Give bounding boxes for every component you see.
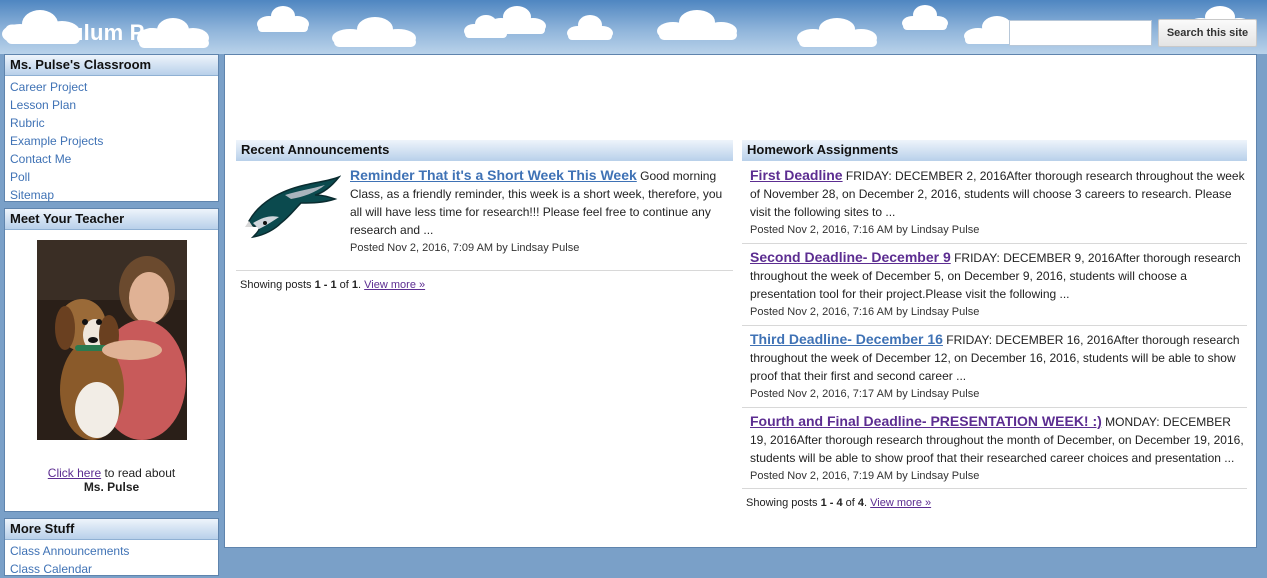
homework-divider <box>742 325 1247 326</box>
nav-item-rubric: Rubric <box>10 114 218 132</box>
announcements-title: Recent Announcements <box>236 140 733 161</box>
homework-post: Fourth and Final Deadline- PRESENTATION … <box>750 412 1245 485</box>
cloud-decoration <box>567 15 613 40</box>
site-header: Curriculum Page Search this site <box>0 0 1267 54</box>
nav-item-example-projects: Example Projects <box>10 132 218 150</box>
more-stuff-list: Class Announcements Class Calendar <box>5 540 218 578</box>
showing-range: 1 - 4 <box>820 497 843 509</box>
nav-item-class-announcements: Class Announcements <box>10 542 218 560</box>
showing-prefix: Showing posts <box>240 279 315 291</box>
homework-post-title[interactable]: First Deadline <box>750 167 843 183</box>
cloud-decoration <box>488 6 546 34</box>
cloud-decoration <box>332 17 416 47</box>
homework-post-title[interactable]: Fourth and Final Deadline- PRESENTATION … <box>750 413 1102 429</box>
showing-range: 1 - 1 <box>314 279 337 291</box>
homework-title: Homework Assignments <box>742 140 1247 161</box>
homework-post: Second Deadline- December 9 FRIDAY: DECE… <box>750 248 1245 321</box>
nav-item-contact-me: Contact Me <box>10 150 218 168</box>
cloud-decoration <box>257 6 309 32</box>
showing-of: of <box>842 497 858 509</box>
homework-divider <box>742 243 1247 244</box>
homework-post-title[interactable]: Second Deadline- December 9 <box>750 249 951 265</box>
showing-of: of <box>336 279 352 291</box>
homework-divider <box>742 407 1247 408</box>
teacher-caption-text: to read about <box>101 466 176 480</box>
announcement-post-meta: Posted Nov 2, 2016, 7:09 AM by Lindsay P… <box>350 242 580 254</box>
teacher-name: Ms. Pulse <box>83 480 140 494</box>
cloud-decoration <box>657 10 737 40</box>
search-input[interactable] <box>1009 20 1152 46</box>
homework-post-meta: Posted Nov 2, 2016, 7:19 AM by Lindsay P… <box>750 470 980 482</box>
announcement-post: Reminder That it's a Short Week This Wee… <box>350 166 725 257</box>
homework-post-title[interactable]: Third Deadline- December 16 <box>750 331 943 347</box>
announcement-post-title[interactable]: Reminder That it's a Short Week This Wee… <box>350 167 637 183</box>
teacher-caption: Click here to read about Ms. Pulse <box>5 466 218 494</box>
announcements-view-more-link[interactable]: View more » <box>364 279 425 291</box>
homework-view-more-link[interactable]: View more » <box>870 497 931 509</box>
nav-link-sitemap[interactable]: Sitemap <box>10 188 54 202</box>
homework-divider <box>742 488 1247 489</box>
nav-link-lesson-plan[interactable]: Lesson Plan <box>10 98 76 112</box>
nav-item-lesson-plan: Lesson Plan <box>10 96 218 114</box>
search-button[interactable]: Search this site <box>1158 19 1257 47</box>
nav-item-poll: Poll <box>10 168 218 186</box>
nav-link-class-calendar[interactable]: Class Calendar <box>10 562 92 576</box>
nav-link-poll[interactable]: Poll <box>10 170 30 184</box>
nav-link-contact-me[interactable]: Contact Me <box>10 152 71 166</box>
announcements-showing: Showing posts 1 - 1 of 1. View more » <box>240 279 425 291</box>
meet-teacher-title: Meet Your Teacher <box>5 209 218 230</box>
teacher-photo[interactable] <box>37 240 187 440</box>
cloud-decoration <box>797 18 877 47</box>
homework-post: Third Deadline- December 16 FRIDAY: DECE… <box>750 330 1245 403</box>
meet-teacher-box: Meet Your Teacher Click here to read abo… <box>4 208 219 512</box>
eagle-logo-icon <box>245 175 341 239</box>
more-stuff-box: More Stuff Class Announcements Class Cal… <box>4 518 219 576</box>
homework-showing: Showing posts 1 - 4 of 4. View more » <box>746 497 931 509</box>
click-here-link[interactable]: Click here <box>48 466 101 480</box>
teacher-caption-line: Click here to read about <box>5 466 218 480</box>
nav-link-rubric[interactable]: Rubric <box>10 116 45 130</box>
nav-link-career-project[interactable]: Career Project <box>10 80 87 94</box>
main-content: Recent Announcements Reminder That it's … <box>224 54 1257 548</box>
nav-link-class-announcements[interactable]: Class Announcements <box>10 544 129 558</box>
teacher-photo-image <box>37 240 187 440</box>
announcements-divider <box>236 270 733 271</box>
classroom-nav-box: Ms. Pulse's Classroom Career Project Les… <box>4 54 219 202</box>
homework-post-meta: Posted Nov 2, 2016, 7:17 AM by Lindsay P… <box>750 388 980 400</box>
homework-post-meta: Posted Nov 2, 2016, 7:16 AM by Lindsay P… <box>750 224 980 236</box>
cloud-decoration <box>902 5 948 30</box>
homework-post: First Deadline FRIDAY: DECEMBER 2, 2016A… <box>750 166 1245 239</box>
site-title[interactable]: Curriculum Page <box>4 20 183 46</box>
nav-item-class-calendar: Class Calendar <box>10 560 218 578</box>
nav-item-sitemap: Sitemap <box>10 186 218 204</box>
classroom-nav-title: Ms. Pulse's Classroom <box>5 55 218 76</box>
nav-link-example-projects[interactable]: Example Projects <box>10 134 103 148</box>
classroom-nav-list: Career Project Lesson Plan Rubric Exampl… <box>5 76 218 206</box>
showing-prefix: Showing posts <box>746 497 821 509</box>
more-stuff-title: More Stuff <box>5 519 218 540</box>
nav-item-career-project: Career Project <box>10 78 218 96</box>
homework-post-meta: Posted Nov 2, 2016, 7:16 AM by Lindsay P… <box>750 306 980 318</box>
